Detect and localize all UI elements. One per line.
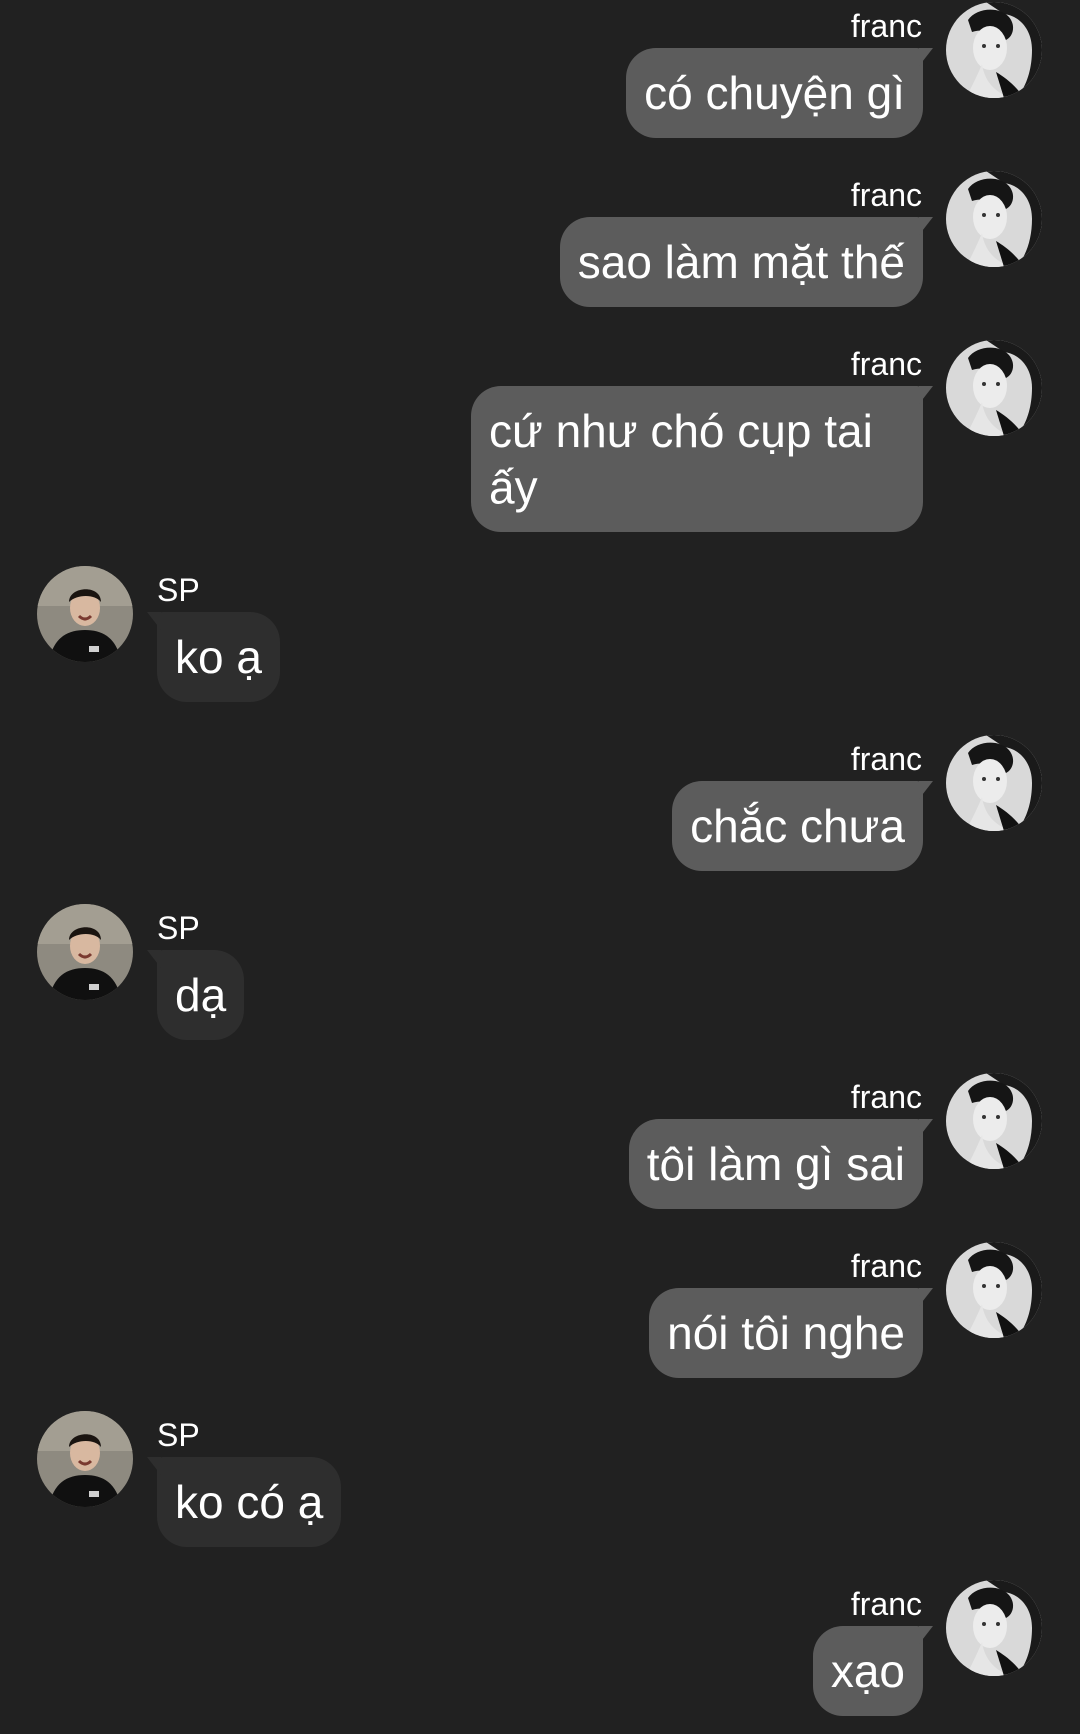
- message-row: franc cứ như chó cụp tai ấy: [0, 340, 1080, 540]
- franc-avatar-icon[interactable]: [946, 171, 1042, 267]
- sender-name: SP: [157, 1417, 200, 1453]
- franc-avatar-icon[interactable]: [946, 1073, 1042, 1169]
- message-bubble[interactable]: dạ: [146, 950, 245, 1040]
- franc-avatar-icon[interactable]: [946, 2, 1042, 98]
- message-bubble[interactable]: ko ạ: [147, 612, 280, 702]
- sp-avatar-icon[interactable]: [37, 566, 133, 662]
- message-bubble[interactable]: ko có ạ: [146, 1457, 342, 1547]
- message-row: SP ko ạ: [0, 566, 1080, 710]
- sender-name: SP: [157, 572, 200, 608]
- message-bubble[interactable]: cứ như chó cụp tai ấy: [471, 386, 933, 532]
- message-bubble[interactable]: chắc chưa: [672, 781, 933, 871]
- sender-name: franc: [850, 8, 922, 44]
- message-bubble[interactable]: có chuyện gì: [626, 48, 933, 138]
- message-bubble[interactable]: nói tôi nghe: [649, 1288, 933, 1378]
- franc-avatar-icon[interactable]: [946, 1242, 1042, 1338]
- chat-thread[interactable]: franc có chuyện gì franc sao làm mặt thế…: [0, 0, 1080, 1734]
- message-row: franc nói tôi nghe: [0, 1242, 1080, 1386]
- franc-avatar-icon[interactable]: [946, 735, 1042, 831]
- message-bubble[interactable]: sao làm mặt thế: [559, 217, 934, 307]
- message-row: franc xạo: [0, 1580, 1080, 1724]
- sender-name: SP: [157, 910, 200, 946]
- message-row: SP dạ: [0, 904, 1080, 1048]
- sender-name: franc: [850, 741, 922, 777]
- sender-name: franc: [850, 346, 922, 382]
- message-bubble[interactable]: tôi làm gì sai: [628, 1119, 934, 1209]
- message-row: franc có chuyện gì: [0, 2, 1080, 146]
- sender-name: franc: [850, 177, 922, 213]
- sender-name: franc: [850, 1586, 922, 1622]
- franc-avatar-icon[interactable]: [946, 340, 1042, 436]
- message-row: franc sao làm mặt thế: [0, 171, 1080, 315]
- sender-name: franc: [850, 1248, 922, 1284]
- message-row: franc chắc chưa: [0, 735, 1080, 879]
- message-row: SP ko có ạ: [0, 1411, 1080, 1555]
- message-row: franc tôi làm gì sai: [0, 1073, 1080, 1217]
- franc-avatar-icon[interactable]: [946, 1580, 1042, 1676]
- sender-name: franc: [850, 1079, 922, 1115]
- message-bubble[interactable]: xạo: [812, 1626, 934, 1716]
- sp-avatar-icon[interactable]: [37, 1411, 133, 1507]
- sp-avatar-icon[interactable]: [37, 904, 133, 1000]
